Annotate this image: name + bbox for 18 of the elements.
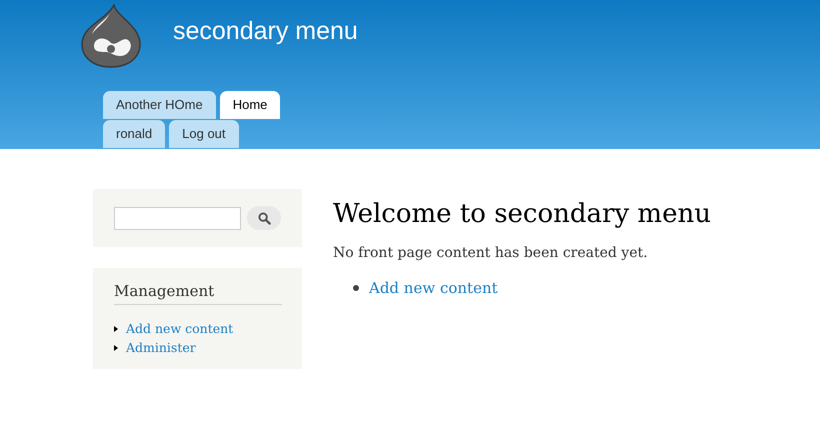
triangle-icon: [114, 326, 118, 332]
drop-logo-icon[interactable]: [80, 4, 142, 68]
menu-tab[interactable]: Log out: [169, 120, 239, 148]
message: No front page content has been created yet.: [333, 245, 649, 261]
site-title[interactable]: secondary menu: [173, 17, 358, 46]
triangle-icon: [114, 344, 118, 350]
search-field[interactable]: [114, 206, 241, 230]
menu-link[interactable]: Add new content: [126, 321, 234, 336]
bullet-icon: [353, 285, 359, 291]
menu-tab[interactable]: Home: [220, 91, 280, 119]
menu-tab[interactable]: Another HOme: [103, 91, 216, 119]
page-title: Welcome to secondary menu: [333, 199, 711, 229]
block-title: Management: [114, 282, 282, 305]
content-link[interactable]: Add new content: [369, 279, 498, 297]
menu-tab[interactable]: ronald: [103, 120, 166, 148]
search-icon: [258, 212, 270, 224]
search-button[interactable]: [247, 206, 281, 230]
menu-link[interactable]: Administer: [126, 340, 196, 355]
